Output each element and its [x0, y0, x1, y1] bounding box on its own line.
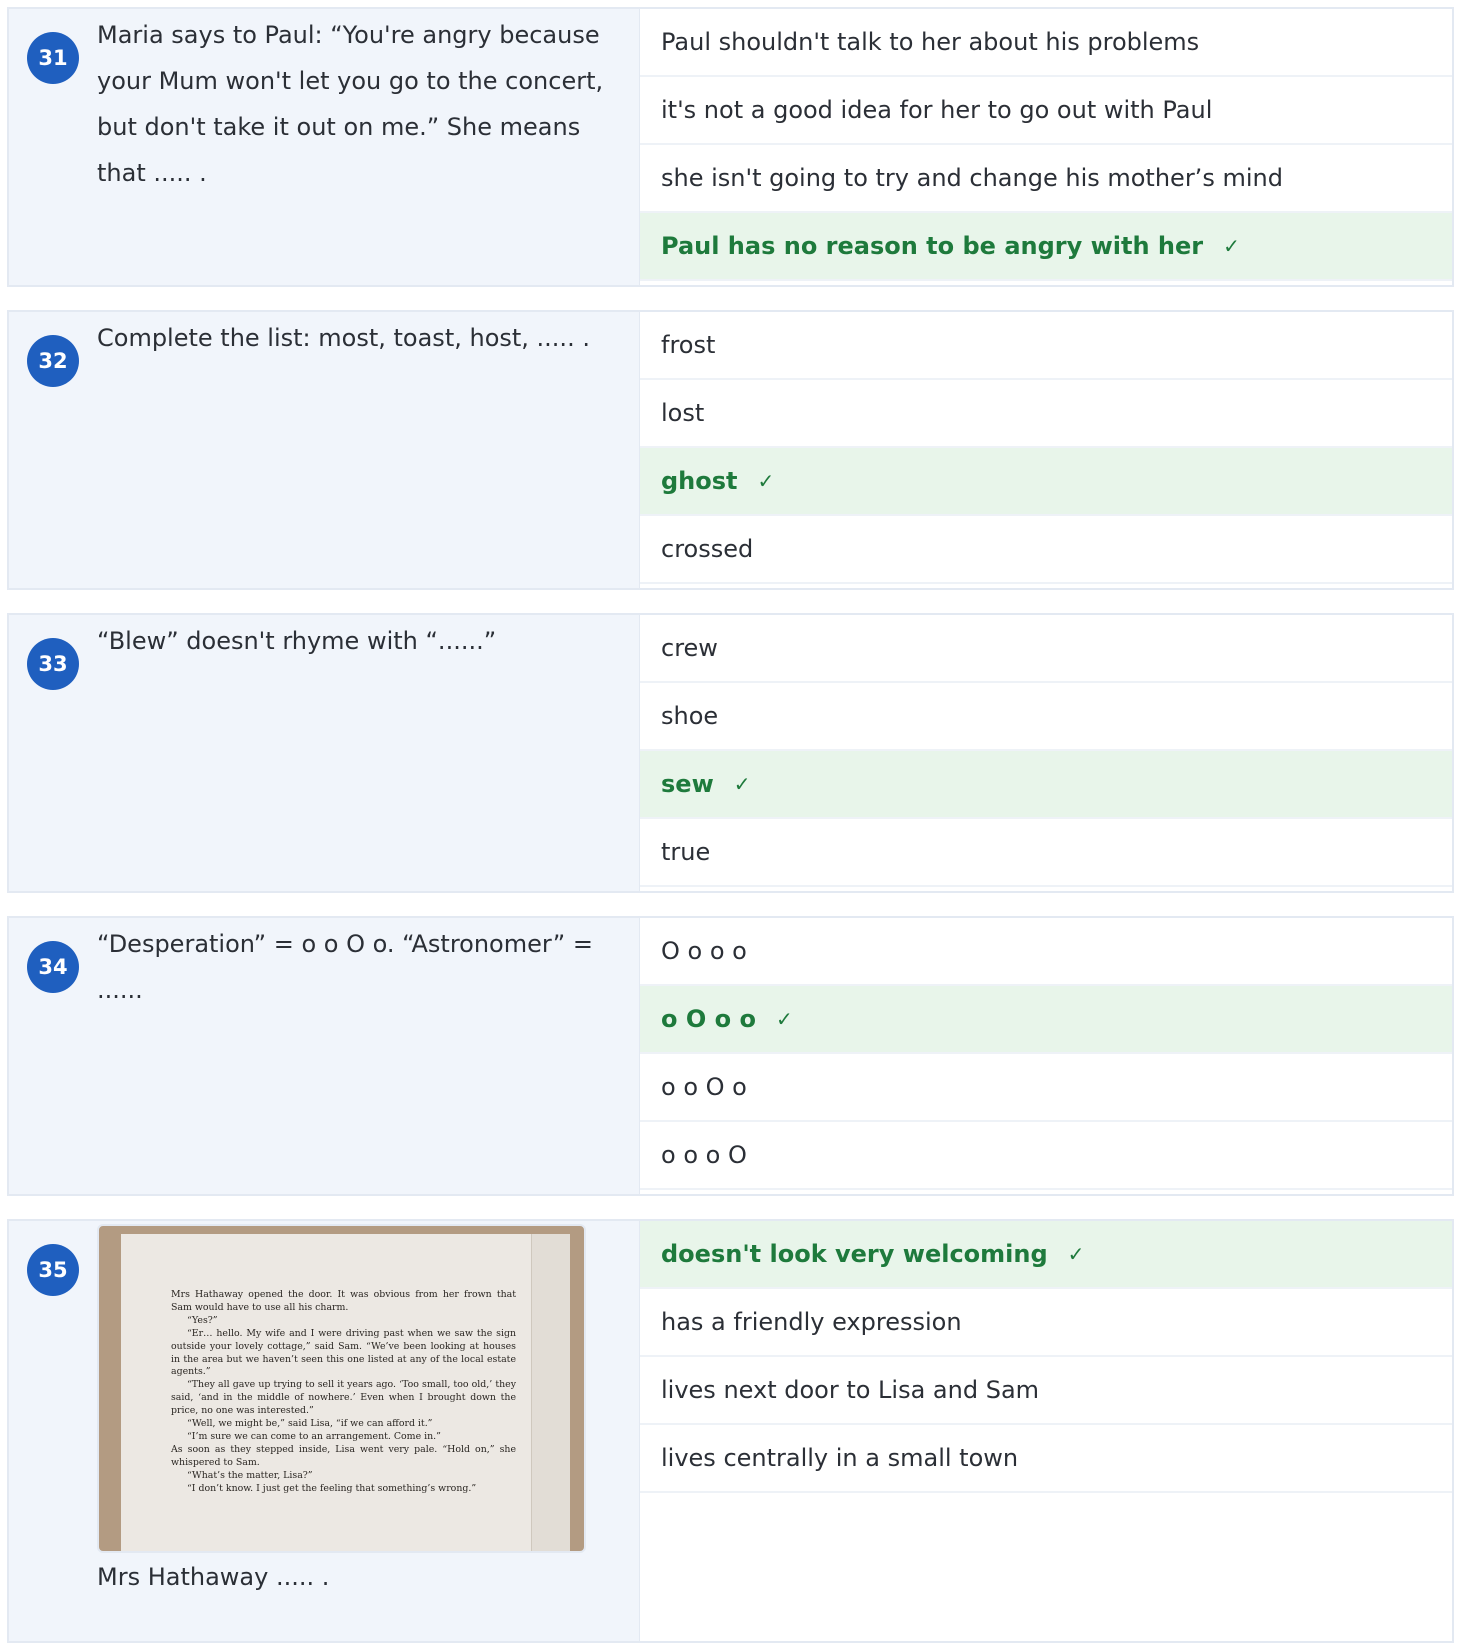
question-number-badge: 32	[27, 335, 79, 387]
question-31: 31 Maria says to Paul: “You're angry bec…	[7, 7, 1454, 287]
question-number-badge: 34	[27, 941, 79, 993]
answer-option[interactable]: has a friendly expression	[640, 1289, 1452, 1357]
book-page-image: Mrs Hathaway opened the door. It was obv…	[97, 1224, 586, 1553]
answer-option-correct[interactable]: doesn't look very welcoming ✓	[640, 1221, 1452, 1289]
check-icon: ✓	[1067, 1242, 1085, 1266]
answer-option-correct[interactable]: o O o o ✓	[640, 986, 1452, 1054]
answer-option[interactable]: lost	[640, 380, 1452, 448]
question-33: 33 “Blew” doesn't rhyme with “......” cr…	[7, 613, 1454, 893]
option-list: frost lost ghost ✓ crossed	[640, 312, 1452, 588]
answer-option[interactable]: o o o O	[640, 1122, 1452, 1190]
answer-option[interactable]: lives centrally in a small town	[640, 1425, 1452, 1493]
answer-option[interactable]: lives next door to Lisa and Sam	[640, 1357, 1452, 1425]
answer-option[interactable]: crew	[640, 615, 1452, 683]
question-stem: Maria says to Paul: “You're angry becaus…	[97, 21, 604, 187]
question-number-badge: 33	[27, 638, 79, 690]
option-list: Paul shouldn't talk to her about his pro…	[640, 9, 1452, 285]
answer-option[interactable]: it's not a good idea for her to go out w…	[640, 77, 1452, 145]
answer-option[interactable]: shoe	[640, 683, 1452, 751]
question-stem: Mrs Hathaway ..... .	[97, 1563, 330, 1591]
answer-option[interactable]: crossed	[640, 516, 1452, 584]
question-stem: Complete the list: most, toast, host, ..…	[97, 324, 590, 352]
answer-option-correct[interactable]: ghost ✓	[640, 448, 1452, 516]
question-34: 34 “Desperation” = o o O o. “Astronomer”…	[7, 916, 1454, 1196]
check-icon: ✓	[757, 469, 775, 493]
option-list: crew shoe sew ✓ true	[640, 615, 1452, 891]
answer-option-correct[interactable]: sew ✓	[640, 751, 1452, 819]
answer-option-correct[interactable]: Paul has no reason to be angry with her ✓	[640, 213, 1452, 281]
book-text: Mrs Hathaway opened the door. It was obv…	[171, 1289, 516, 1494]
answer-option[interactable]: o o O o	[640, 1054, 1452, 1122]
answer-option[interactable]: frost	[640, 312, 1452, 380]
option-list: O o o o o O o o ✓ o o O o o o o O	[640, 918, 1452, 1194]
question-number-badge: 35	[27, 1244, 79, 1296]
answer-option[interactable]: O o o o	[640, 918, 1452, 986]
check-icon: ✓	[775, 1007, 793, 1031]
answer-option[interactable]: she isn't going to try and change his mo…	[640, 145, 1452, 213]
check-icon: ✓	[733, 772, 751, 796]
check-icon: ✓	[1223, 234, 1240, 258]
question-35: 35 Mrs Hathaway opened the door. It was …	[7, 1219, 1454, 1643]
option-list: doesn't look very welcoming ✓ has a frien…	[640, 1221, 1452, 1641]
answer-option[interactable]: Paul shouldn't talk to her about his pro…	[640, 9, 1452, 77]
quiz: 31 Maria says to Paul: “You're angry bec…	[0, 0, 1464, 1643]
answer-option[interactable]: true	[640, 819, 1452, 887]
question-number-badge: 31	[27, 32, 79, 84]
question-32: 32 Complete the list: most, toast, host,…	[7, 310, 1454, 590]
question-stem: “Blew” doesn't rhyme with “......”	[97, 627, 497, 655]
question-stem: “Desperation” = o o O o. “Astronomer” = …	[97, 930, 593, 1004]
